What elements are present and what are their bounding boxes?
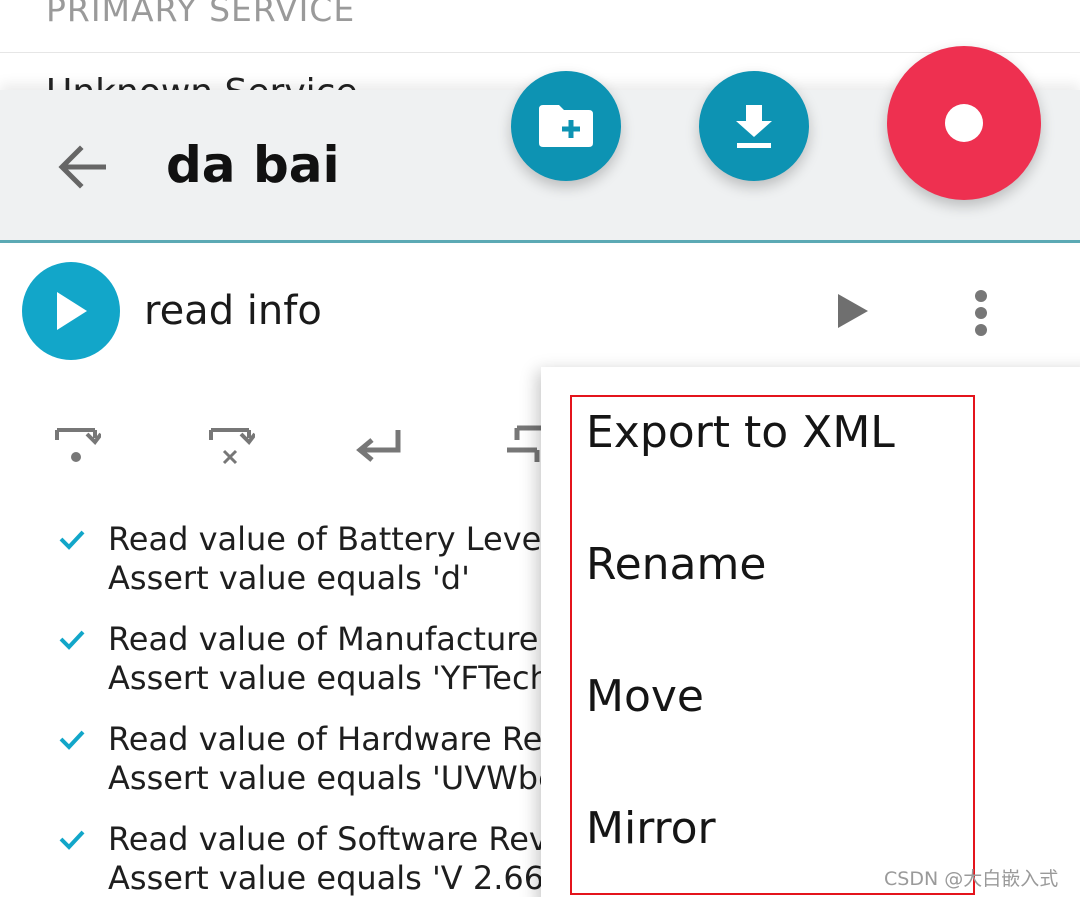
primary-service-header: PRIMARY SERVICE (46, 0, 356, 29)
list-item[interactable]: Read value of Hardware Rev Assert value … (0, 716, 562, 806)
menu-item-mirror[interactable]: Mirror (586, 803, 966, 854)
play-icon (57, 292, 87, 330)
menu-item-export-xml[interactable]: Export to XML (586, 407, 966, 458)
download-icon (736, 105, 772, 148)
operation-description: Read value of Battery Level (108, 520, 551, 558)
breakpoint-off-icon (209, 428, 255, 465)
record-button[interactable] (887, 46, 1041, 200)
operation-description: Read value of Software Revi (108, 820, 557, 858)
more-vert-icon (975, 290, 987, 336)
menu-item-rename[interactable]: Rename (586, 539, 966, 590)
divider (0, 52, 1080, 53)
operation-assertion: Assert value equals 'YFTech' (108, 659, 559, 697)
check-icon (59, 730, 85, 750)
check-icon (59, 630, 85, 650)
list-item[interactable]: Read value of Software Revi Assert value… (0, 816, 567, 897)
operation-description: Read value of Manufacturer (108, 620, 552, 658)
back-button[interactable] (52, 142, 112, 192)
watermark: CSDN @大白嵌入式 (884, 868, 1059, 890)
overflow-menu: Export to XML Rename Move Mirror (541, 367, 1080, 897)
new-folder-button[interactable] (511, 71, 621, 181)
service-name: Unknown Service (46, 58, 358, 90)
more-options-button[interactable] (960, 286, 1002, 340)
operation-description: Read value of Hardware Rev (108, 720, 562, 758)
download-button[interactable] (699, 71, 809, 181)
test-header-row: read info (0, 258, 1080, 368)
operation-assertion: Assert value equals 'd' (108, 559, 470, 597)
operation-assertion: Assert value equals 'V 2.66.( (108, 859, 567, 897)
list-item[interactable]: Read value of Battery Level Assert value… (0, 516, 560, 606)
return-button[interactable] (348, 420, 408, 470)
remove-breakpoint-button[interactable] (200, 420, 260, 470)
check-icon (59, 530, 85, 550)
add-breakpoint-button[interactable] (46, 420, 106, 470)
return-icon (356, 430, 401, 462)
test-play-button[interactable] (22, 262, 120, 360)
run-test-button[interactable] (830, 288, 876, 334)
list-item[interactable]: Read value of Manufacturer Assert value … (0, 616, 560, 706)
breakpoint-icon (55, 428, 101, 462)
page-title: da bai (166, 136, 340, 194)
test-name: read info (144, 288, 322, 334)
folder-plus-icon (539, 105, 593, 147)
app-bar-divider (0, 240, 1080, 243)
check-icon (59, 830, 85, 850)
operation-assertion: Assert value equals 'UVWbe (108, 759, 558, 797)
play-icon (838, 294, 868, 328)
menu-item-move[interactable]: Move (586, 671, 966, 722)
record-icon (945, 104, 983, 142)
arrow-back-icon (58, 145, 106, 189)
